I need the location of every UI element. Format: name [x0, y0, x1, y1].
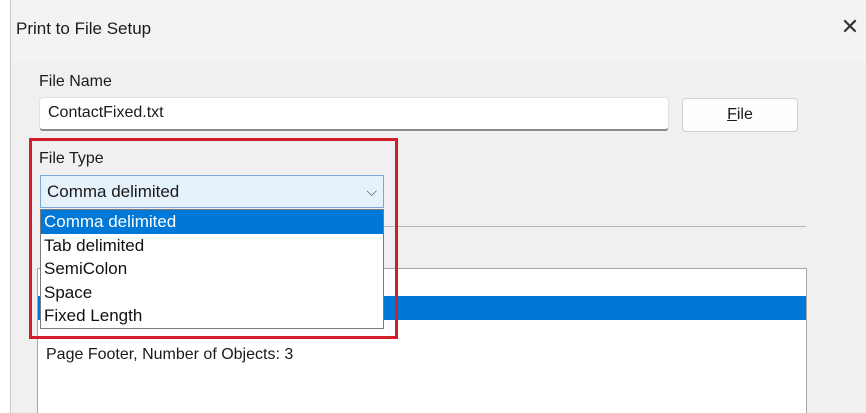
file-type-label: File Type — [39, 150, 104, 167]
option-fixed-length[interactable]: Fixed Length — [41, 304, 383, 328]
file-button-label: ile — [736, 106, 753, 123]
file-type-options-list[interactable]: Comma delimited Tab delimited SemiColon … — [40, 209, 384, 329]
list-item[interactable]: Page Footer, Number of Objects: 3 — [38, 343, 806, 367]
close-icon[interactable]: ✕ — [833, 12, 866, 42]
file-button-mnemonic: F — [727, 106, 737, 123]
file-name-input[interactable]: ContactFixed.txt — [39, 97, 669, 131]
file-button[interactable]: File — [682, 98, 798, 132]
title-bar: Print to File Setup ✕ — [11, 0, 866, 62]
option-comma-delimited[interactable]: Comma delimited — [41, 210, 383, 234]
option-space[interactable]: Space — [41, 281, 383, 305]
option-tab-delimited[interactable]: Tab delimited — [41, 234, 383, 258]
file-name-label: File Name — [39, 73, 112, 90]
group-separator — [384, 226, 806, 227]
dialog-title: Print to File Setup — [16, 19, 152, 38]
print-to-file-dialog: Print to File Setup ✕ File Name ContactF… — [10, 0, 866, 413]
file-type-selected-value: Comma delimited — [47, 182, 180, 201]
chevron-down-icon[interactable]: ⌵ — [366, 176, 377, 207]
option-semicolon[interactable]: SemiColon — [41, 257, 383, 281]
file-type-dropdown[interactable]: Comma delimited ⌵ — [40, 175, 384, 208]
